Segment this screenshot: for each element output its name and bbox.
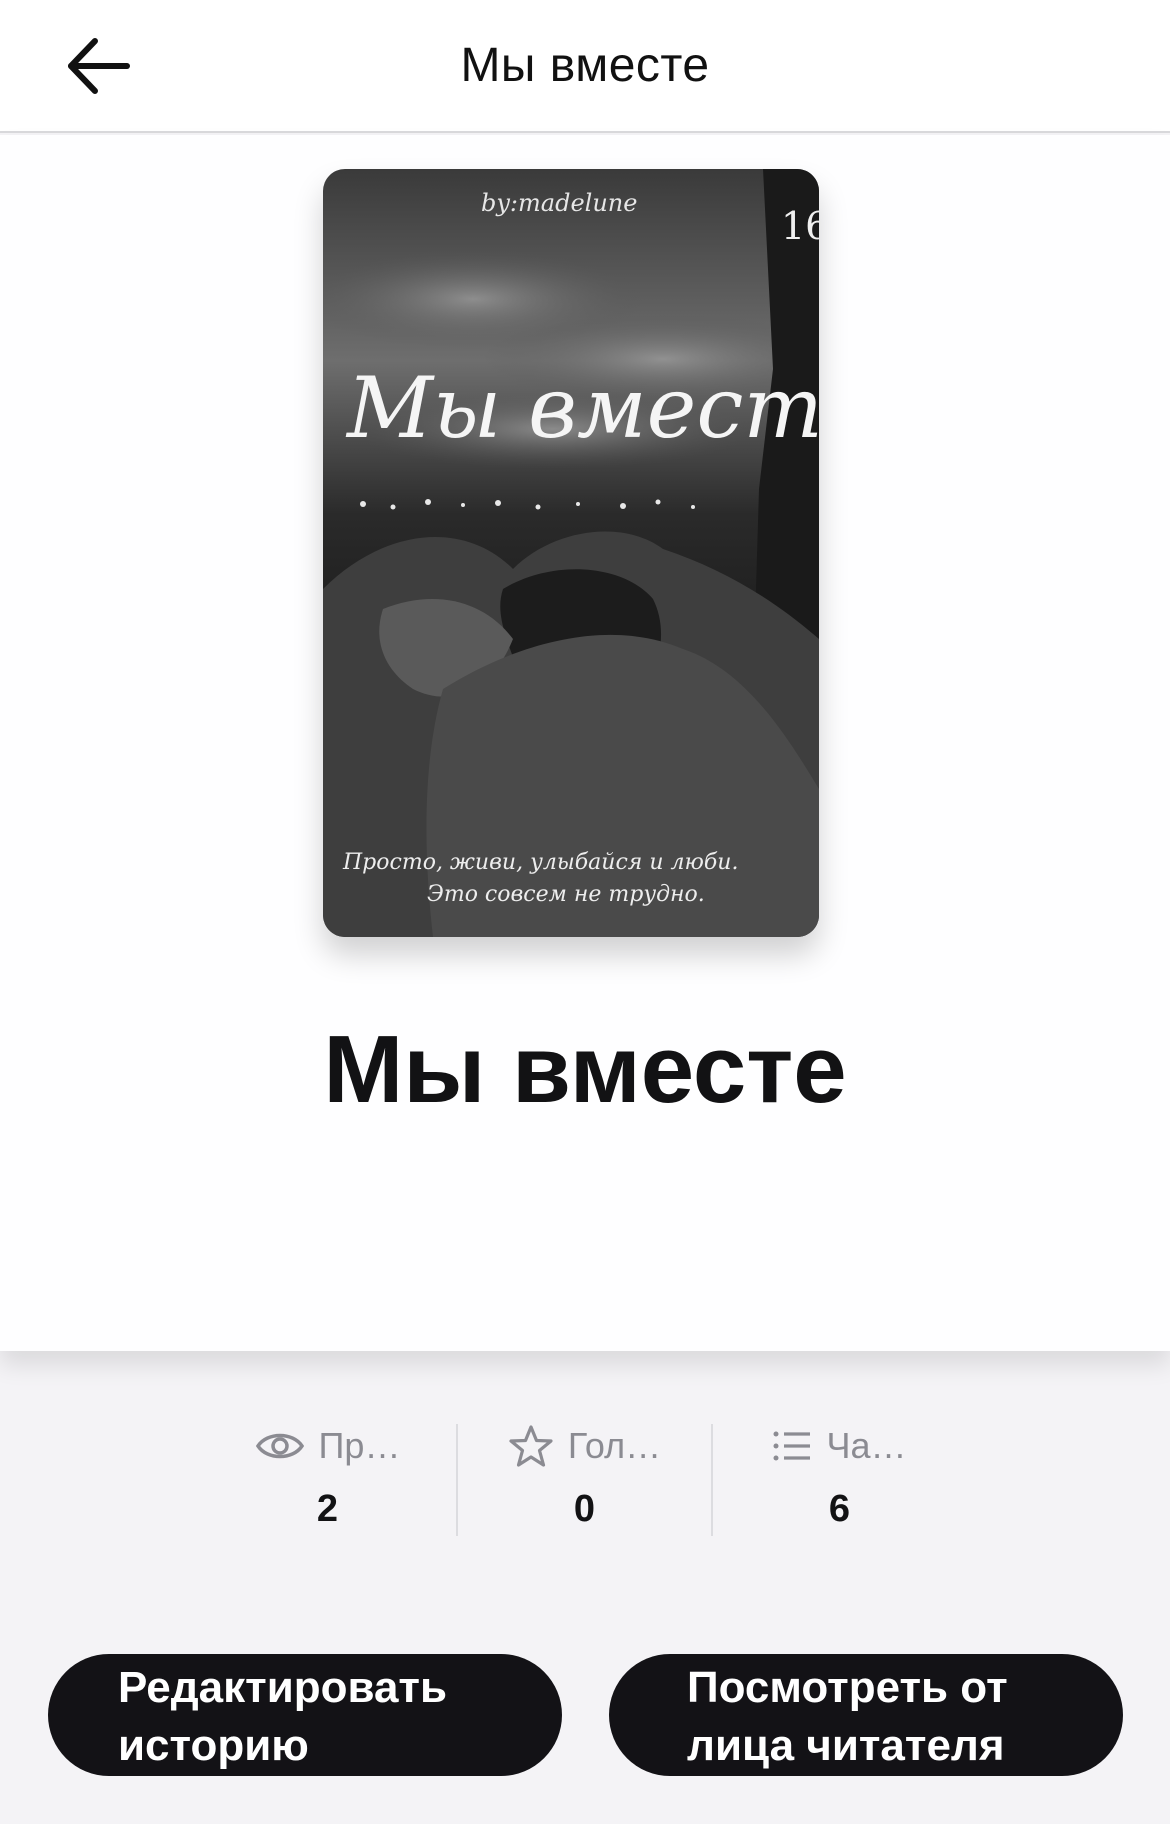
stat-parts-label: Ча… [826, 1425, 907, 1466]
stat-reads[interactable]: Пр… 2 [200, 1418, 455, 1538]
top-bar: Мы вместе [0, 0, 1170, 133]
stat-votes[interactable]: Гол… 0 [457, 1418, 712, 1538]
view-as-reader-label-line1: Посмотреть от [687, 1663, 1008, 1712]
cover-author: by:madelune [481, 189, 637, 217]
page-title: Мы вместе [460, 39, 710, 92]
stat-votes-label: Гол… [567, 1425, 662, 1466]
story-title: Мы вместе [323, 1016, 847, 1123]
stat-reads-value: 2 [316, 1488, 339, 1530]
stat-parts[interactable]: Ча… 6 [712, 1418, 967, 1538]
story-stats: Пр… 2 Гол… 0 Ча… 6 [0, 1418, 1170, 1538]
edit-story-button[interactable]: Редактировать историю [48, 1654, 562, 1776]
cover-tagline-line2: Это совсем не трудно. [427, 882, 705, 907]
eye-icon [255, 1433, 304, 1459]
stat-votes-value: 0 [573, 1488, 596, 1530]
story-hero: by:madelune 16 Мы вместе Просто, живи, у… [0, 135, 1170, 1351]
cover-title: Мы вместе [345, 359, 819, 457]
list-icon [773, 1431, 811, 1461]
view-as-reader-label-line2: лица читателя [687, 1721, 1005, 1770]
cover-corner-number: 16 [781, 204, 819, 248]
edit-story-label-line2: историю [118, 1721, 309, 1770]
story-cover-image[interactable]: by:madelune 16 Мы вместе Просто, живи, у… [323, 169, 819, 937]
stat-parts-value: 6 [828, 1488, 851, 1530]
cover-tagline-line1: Просто, живи, улыбайся и люби. [342, 850, 738, 875]
edit-story-label-line1: Редактировать [118, 1663, 448, 1712]
view-as-reader-button[interactable]: Посмотреть от лица читателя [609, 1654, 1123, 1776]
star-icon [509, 1425, 553, 1467]
stat-reads-label: Пр… [318, 1425, 401, 1466]
